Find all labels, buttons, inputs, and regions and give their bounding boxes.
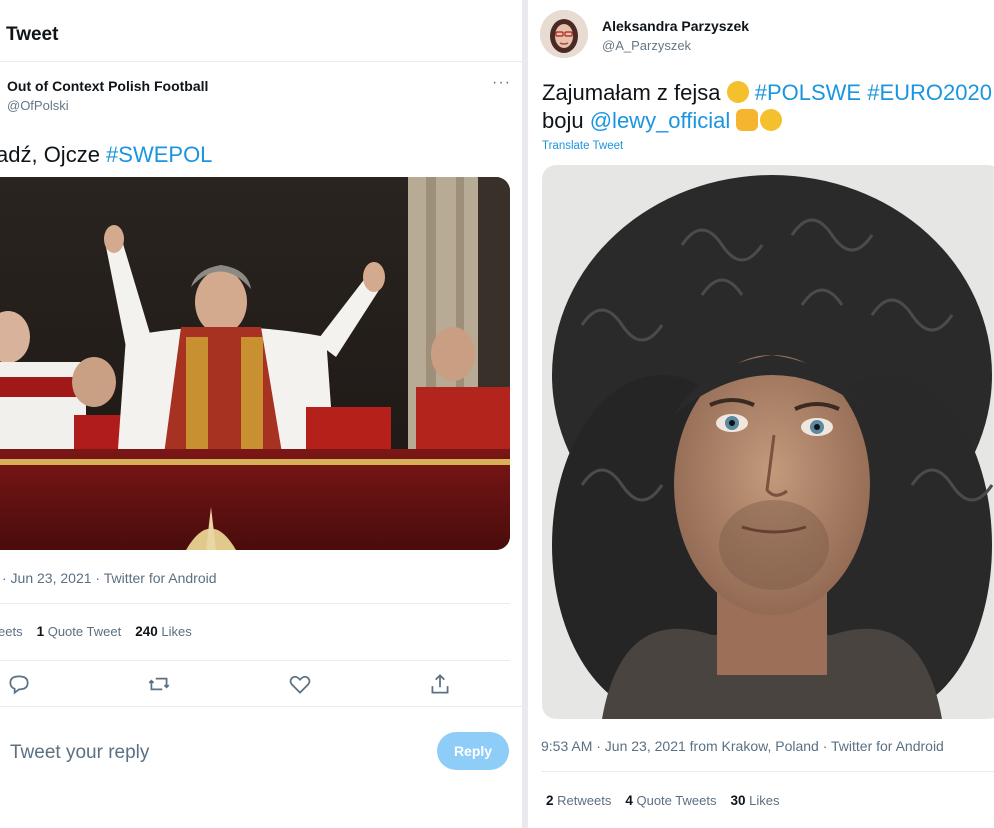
author-handle[interactable]: @A_Parzyszek bbox=[602, 38, 691, 53]
tweet-text-line2: boju @lewy_official bbox=[542, 108, 783, 134]
more-options-icon[interactable]: ··· bbox=[492, 74, 511, 92]
flexed-biceps-emoji-icon bbox=[736, 109, 759, 131]
tweet-photo[interactable] bbox=[542, 165, 994, 719]
quote-label[interactable]: Quote Tweet bbox=[48, 624, 121, 639]
author-name[interactable]: Out of Context Polish Football bbox=[7, 78, 208, 94]
reply-input[interactable]: Tweet your reply bbox=[10, 742, 149, 764]
tweet-text-line1: Zajumałam z fejsa #POLSWE #EURO2020 bbox=[542, 80, 992, 106]
like-icon[interactable] bbox=[287, 671, 313, 697]
reply-icon[interactable] bbox=[6, 671, 32, 697]
likes-count[interactable]: 240 bbox=[135, 624, 158, 639]
tweet-timestamp[interactable]: 9:53 AM · Jun 23, 2021 from Krakow, Pola… bbox=[541, 738, 944, 754]
tweet-photo[interactable] bbox=[0, 177, 510, 550]
share-icon[interactable] bbox=[427, 671, 453, 697]
retweet-icon[interactable] bbox=[146, 671, 172, 697]
divider bbox=[541, 771, 994, 772]
tweet-text-body: boju bbox=[542, 108, 590, 133]
retweets-label[interactable]: Retweets bbox=[557, 793, 611, 808]
quotes-label[interactable]: Quote Tweets bbox=[636, 793, 716, 808]
tweet-text-body: adź, Ojcze bbox=[0, 142, 107, 167]
likes-label[interactable]: Likes bbox=[161, 624, 191, 639]
retweets-label[interactable]: eets bbox=[0, 624, 23, 639]
reply-button[interactable]: Reply bbox=[437, 732, 509, 770]
right-tweet-panel: Aleksandra Parzyszek @A_Parzyszek Zajuma… bbox=[528, 0, 994, 828]
hashtag-link[interactable]: #SWEPOL bbox=[106, 142, 212, 167]
tweet-timestamp[interactable]: · Jun 23, 2021 · Twitter for Android bbox=[2, 570, 217, 586]
likes-label[interactable]: Likes bbox=[749, 793, 779, 808]
divider bbox=[0, 603, 510, 604]
page-title: Tweet bbox=[6, 24, 59, 45]
divider bbox=[0, 706, 522, 707]
left-tweet-panel: Tweet Out of Context Polish Football @Of… bbox=[0, 0, 522, 828]
mention-link[interactable]: @lewy_official bbox=[590, 108, 731, 133]
engagement-stats: eets 1 Quote Tweet 240 Likes bbox=[0, 624, 192, 639]
tweet-text: adź, Ojcze #SWEPOL bbox=[0, 142, 212, 168]
party-face-emoji-icon bbox=[760, 109, 783, 131]
tweet-text-body: Zajumałam z fejsa bbox=[542, 80, 727, 105]
avatar[interactable] bbox=[540, 10, 588, 58]
quote-count[interactable]: 1 bbox=[37, 624, 45, 639]
retweets-count[interactable]: 2 bbox=[546, 793, 554, 808]
photo-image bbox=[542, 165, 994, 719]
quotes-count[interactable]: 4 bbox=[625, 793, 633, 808]
translate-tweet-link[interactable]: Translate Tweet bbox=[542, 140, 623, 152]
author-name[interactable]: Aleksandra Parzyszek bbox=[602, 18, 749, 34]
rofl-emoji-icon bbox=[726, 81, 749, 103]
divider bbox=[0, 660, 510, 661]
engagement-stats: 2 Retweets 4 Quote Tweets 30 Likes bbox=[546, 793, 779, 808]
header-divider bbox=[0, 61, 522, 62]
hashtag-links[interactable]: #POLSWE #EURO2020 bbox=[749, 80, 992, 105]
author-handle[interactable]: @OfPolski bbox=[7, 98, 69, 113]
likes-count[interactable]: 30 bbox=[730, 793, 745, 808]
photo-image bbox=[0, 177, 510, 550]
